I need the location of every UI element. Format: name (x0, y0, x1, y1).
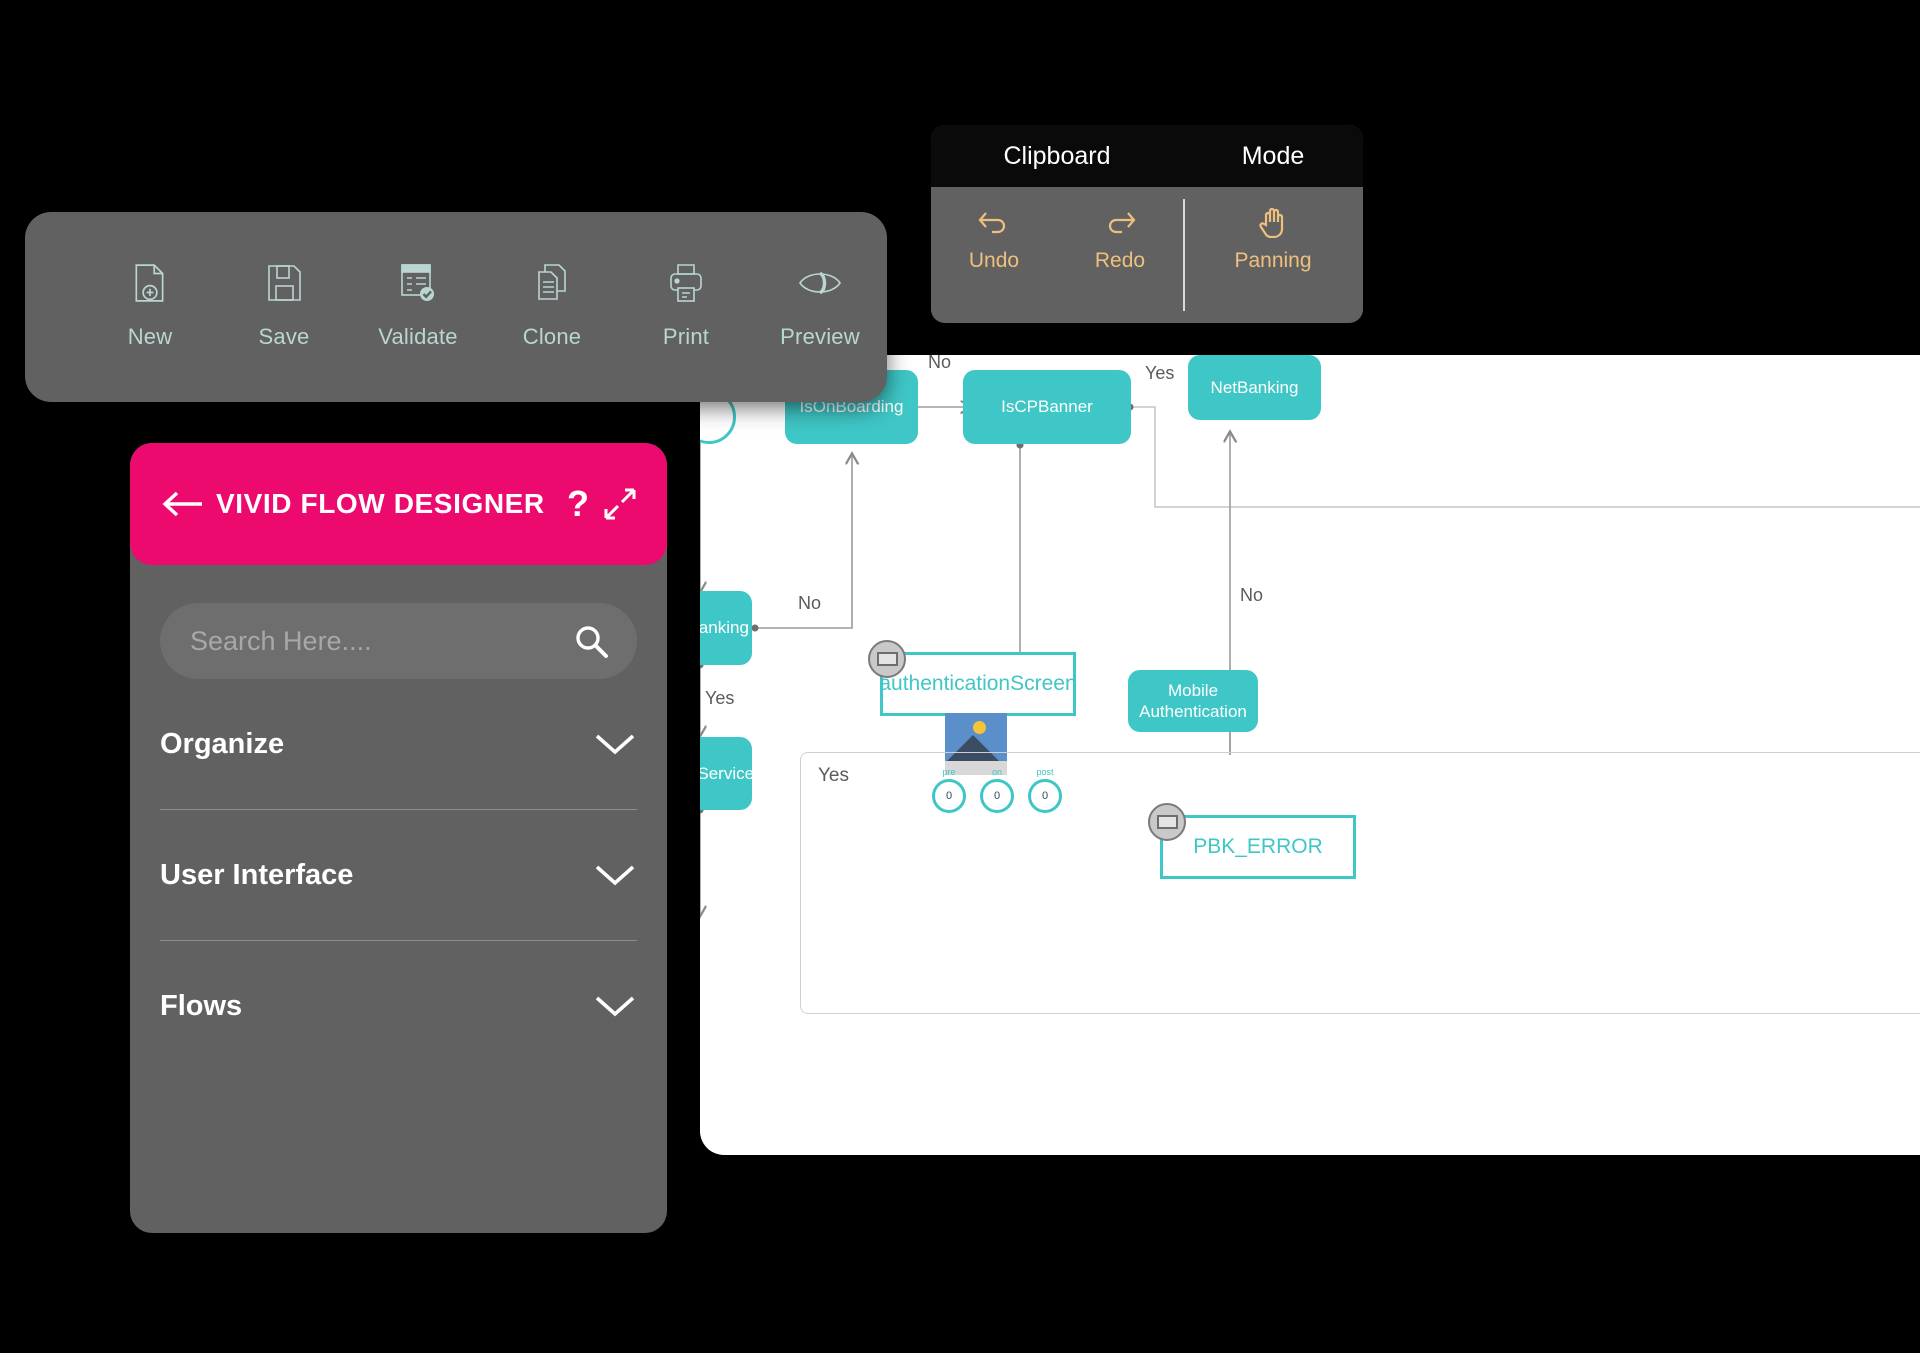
sidebar-section-organize[interactable]: Organize (160, 679, 637, 809)
collapse-badge-icon[interactable] (1148, 803, 1186, 841)
undo-button[interactable]: Undo (931, 187, 1057, 323)
chevron-down-icon[interactable] (593, 731, 637, 757)
flow-node-label: Mobile Authentication (1139, 680, 1247, 721)
search-icon[interactable] (573, 623, 609, 659)
group-title-clipboard: Clipboard (1003, 141, 1111, 170)
clipboard-panel-header: Clipboard Mode (931, 125, 1363, 187)
toolbar-button-preview[interactable]: Preview (753, 260, 887, 350)
toolbar-label-new: New (127, 324, 173, 349)
toolbar-label-preview: Preview (780, 324, 860, 349)
redo-label: Redo (1094, 249, 1146, 272)
clipboard-panel-body: Undo Redo Panning (931, 187, 1363, 323)
clipboard-mode-panel: Clipboard Mode Undo Redo Panning (931, 125, 1363, 323)
new-file-icon (133, 260, 167, 306)
sidebar-section-flows[interactable]: Flows (160, 941, 637, 1071)
redo-button[interactable]: Redo (1057, 187, 1183, 323)
panning-button[interactable]: Panning (1183, 187, 1363, 323)
flow-node-netbanking[interactable]: NetBanking (1188, 355, 1321, 420)
flow-canvas[interactable]: IsPhoneBanking ErrorFromService IsOnBoar… (700, 355, 1920, 1155)
chevron-down-icon[interactable] (593, 862, 637, 888)
flow-node-isphonebanking[interactable]: IsPhoneBanking (700, 591, 752, 665)
main-toolbar: New Save Validate Clone Print Preview (25, 212, 887, 402)
edge-label-yes-2: Yes (705, 688, 735, 708)
sidebar-section-label: Organize (160, 727, 285, 760)
toolbar-label-clone: Clone (522, 324, 582, 349)
edge-label-lane-yes: Yes (818, 765, 849, 786)
sidebar-section-label: Flows (160, 989, 243, 1022)
edge-label-no-3: No (1240, 585, 1264, 605)
sidebar-section-label: User Interface (160, 858, 354, 891)
flow-node-errorfromservice[interactable]: ErrorFromService (700, 737, 755, 810)
printer-icon (667, 260, 705, 306)
floppy-disk-icon (266, 260, 302, 306)
flow-node-label: IsCPBanner (1001, 397, 1093, 417)
sun-shape (973, 721, 986, 734)
back-arrow-icon[interactable] (160, 489, 204, 519)
flow-node-iscpbanner[interactable]: IsCPBanner (963, 370, 1131, 444)
search-input[interactable] (188, 624, 573, 658)
toolbar-button-new[interactable]: New (83, 260, 217, 350)
toolbar-button-clone[interactable]: Clone (485, 260, 619, 350)
undo-arrow-icon (977, 201, 1011, 243)
flow-canvas-inner: IsPhoneBanking ErrorFromService IsOnBoar… (700, 355, 1920, 1155)
redo-arrow-icon (1103, 201, 1137, 243)
search-bar[interactable] (160, 603, 637, 679)
copy-pages-icon (534, 260, 570, 306)
toolbar-button-save[interactable]: Save (217, 260, 351, 350)
sidebar-section-user-interface[interactable]: User Interface (160, 810, 637, 940)
flow-swimlane[interactable] (800, 752, 1920, 1014)
question-mark-icon[interactable]: ? (567, 483, 589, 525)
flow-node-label: IsPhoneBanking (700, 618, 749, 638)
expand-diagonal-icon[interactable] (603, 487, 637, 521)
validate-document-icon (399, 260, 437, 306)
toolbar-label-print: Print (662, 324, 710, 349)
flow-node-mobile-authentication[interactable]: Mobile Authentication (1128, 670, 1258, 732)
collapse-badge-icon[interactable] (868, 640, 906, 678)
flow-screen-authenticationscreen[interactable]: authenticationScreen (879, 652, 1077, 716)
toolbar-button-print[interactable]: Print (619, 260, 753, 350)
toolbar-label-save: Save (258, 324, 310, 349)
designer-sidebar: VIVID FLOW DESIGNER ? Organize User Inte… (130, 443, 667, 1233)
edge-label-no-1: No (928, 355, 952, 372)
edge-label-yes-1: Yes (1145, 363, 1175, 383)
chevron-down-icon[interactable] (593, 993, 637, 1019)
flow-node-label: NetBanking (1210, 377, 1299, 397)
hand-icon (1259, 201, 1287, 243)
group-title-mode: Mode (1241, 141, 1305, 170)
page-title: VIVID FLOW DESIGNER (216, 488, 545, 519)
sidebar-header: VIVID FLOW DESIGNER ? (130, 443, 667, 565)
edge-label-no-2: No (798, 593, 822, 613)
flow-node-label: ErrorFromService (700, 763, 755, 783)
toolbar-button-validate[interactable]: Validate (351, 260, 485, 350)
undo-label: Undo (968, 249, 1020, 272)
flow-screen-pbk-error[interactable]: PBK_ERROR (1160, 815, 1356, 879)
eye-icon (798, 260, 842, 306)
flow-screen-label: PBK_ERROR (1193, 835, 1323, 858)
panel-divider (1183, 199, 1185, 311)
toolbar-label-validate: Validate (378, 324, 458, 349)
flow-screen-label: authenticationScreen (879, 672, 1077, 695)
panning-label: Panning (1234, 249, 1312, 272)
